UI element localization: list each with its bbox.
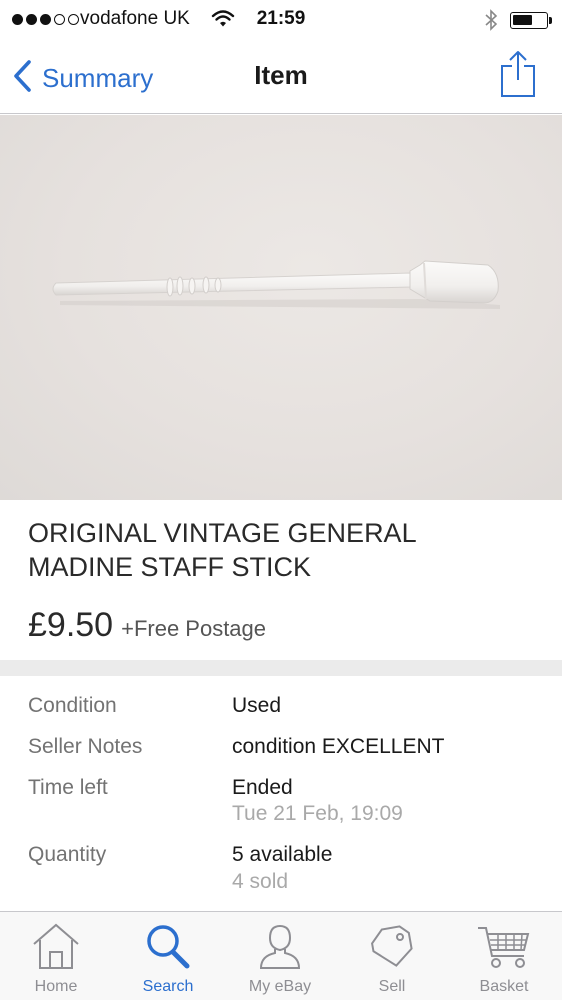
seller-notes-label: Seller Notes [28, 735, 143, 758]
tab-label: Home [34, 978, 78, 995]
tab-sell[interactable]: Sell [336, 912, 448, 1000]
tag-icon [371, 925, 413, 967]
condition-value: Used [232, 694, 282, 717]
listing-summary: ORIGINAL VINTAGE GENERAL MADINE STAFF ST… [0, 500, 562, 660]
quantity-label: Quantity [28, 843, 107, 866]
end-date: Tue 21 Feb, 19:09 [232, 802, 403, 825]
time-left-label: Time left [28, 776, 108, 799]
quantity-available: 5 available [232, 843, 333, 866]
tab-basket[interactable]: Basket [448, 912, 560, 1000]
condition-label: Condition [28, 694, 117, 717]
item-price: £9.50 [28, 606, 114, 644]
section-divider [0, 660, 562, 676]
time-left-value: Ended [232, 776, 293, 799]
navigation-bar: Summary Item [0, 40, 562, 114]
person-icon [259, 924, 301, 969]
share-icon [501, 51, 535, 97]
bluetooth-icon [484, 9, 498, 36]
tab-label: My eBay [248, 978, 312, 995]
item-details: Condition Used Seller Notes condition EX… [0, 676, 562, 912]
tab-search[interactable]: Search [112, 912, 224, 1000]
tab-my-ebay[interactable]: My eBay [224, 912, 336, 1000]
battery-fill [513, 15, 532, 25]
item-title: ORIGINAL VINTAGE GENERAL MADINE STAFF ST… [28, 518, 416, 582]
postage-info: +Free Postage [121, 616, 267, 641]
seller-notes-value[interactable]: condition EXCELLENT [232, 735, 444, 759]
battery-icon [510, 12, 548, 29]
page-title: Item [254, 60, 308, 90]
tab-bar: Home Search My eBay Sell Basket [0, 911, 562, 1000]
price-row: £9.50 +Free Postage [28, 606, 266, 645]
item-photo[interactable] [0, 115, 562, 500]
basket-icon [478, 927, 530, 968]
battery-nub [549, 17, 552, 24]
tab-label: Search [142, 978, 194, 995]
share-button[interactable] [498, 48, 538, 100]
status-bar: vodafone UK 21:59 [0, 0, 562, 40]
tab-label: Basket [479, 978, 529, 995]
tab-home[interactable]: Home [0, 912, 112, 1000]
search-icon [147, 925, 190, 969]
status-time: 21:59 [256, 8, 306, 29]
home-icon [33, 923, 79, 969]
tab-label: Sell [378, 978, 406, 995]
quantity-sold: 4 sold [232, 870, 289, 893]
staff-stick-image [52, 260, 500, 309]
